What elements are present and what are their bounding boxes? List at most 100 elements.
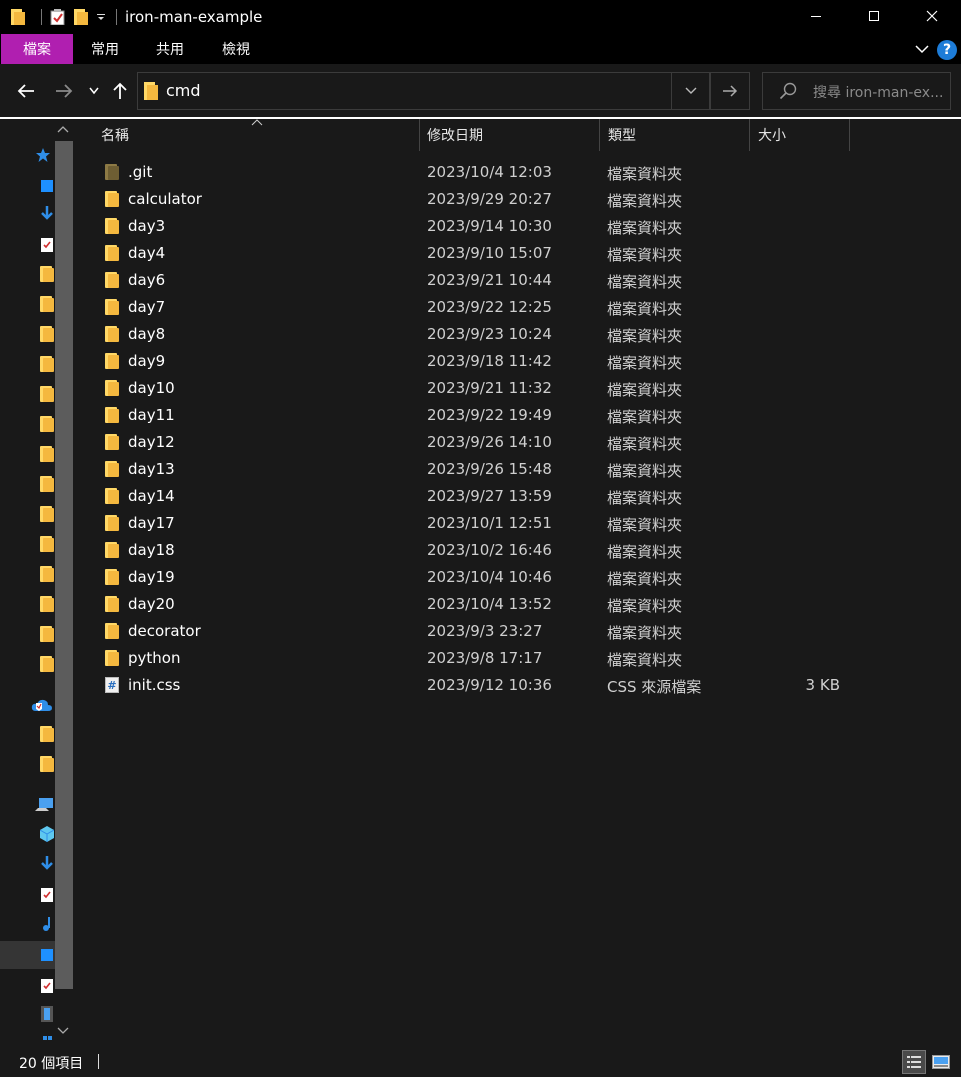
folder-icon — [105, 299, 121, 315]
file-name: day7 — [128, 298, 166, 316]
documents-icon[interactable] — [40, 885, 54, 903]
large-icons-view-button[interactable] — [929, 1050, 953, 1074]
downloads-icon[interactable] — [40, 205, 54, 223]
folder-icon[interactable] — [40, 565, 54, 583]
back-button[interactable] — [14, 78, 38, 104]
file-row[interactable]: day10 2023/9/21 11:32 檔案資料夾 — [77, 375, 961, 402]
desktop-icon[interactable] — [40, 177, 54, 195]
file-row[interactable]: python 2023/9/8 17:17 檔案資料夾 — [77, 645, 961, 672]
file-row[interactable]: day17 2023/10/1 12:51 檔案資料夾 — [77, 510, 961, 537]
file-row[interactable]: day8 2023/9/23 10:24 檔案資料夾 — [77, 321, 961, 348]
address-dropdown-button[interactable] — [671, 73, 709, 109]
downloads-icon[interactable] — [40, 855, 54, 873]
status-bar: 20 個項目 — [0, 1047, 961, 1077]
file-row[interactable]: .git 2023/10/4 12:03 檔案資料夾 — [77, 159, 961, 186]
minimize-button[interactable] — [787, 0, 845, 32]
folder-icon[interactable] — [40, 475, 54, 493]
folder-icon[interactable] — [40, 625, 54, 643]
navigation-pane — [0, 119, 76, 1047]
file-row[interactable]: day6 2023/9/21 10:44 檔案資料夾 — [77, 267, 961, 294]
folder-icon — [105, 326, 121, 342]
music-icon[interactable] — [40, 915, 54, 933]
tab-file[interactable]: 檔案 — [1, 34, 73, 64]
folder-icon[interactable] — [40, 535, 54, 553]
onedrive-icon[interactable] — [31, 696, 53, 714]
customize-toolbar-icon[interactable] — [96, 12, 106, 22]
recent-locations-button[interactable] — [86, 78, 102, 104]
folder-icon[interactable] — [40, 295, 54, 313]
file-type: 檔案資料夾 — [607, 327, 683, 345]
column-divider[interactable] — [599, 119, 600, 151]
file-row[interactable]: day9 2023/9/18 11:42 檔案資料夾 — [77, 348, 961, 375]
desktop-icon[interactable] — [40, 946, 54, 964]
search-input[interactable]: 搜尋 iron-man-ex... — [813, 82, 945, 102]
folder-icon — [105, 245, 121, 261]
file-row[interactable]: day14 2023/9/27 13:59 檔案資料夾 — [77, 483, 961, 510]
scroll-up-icon[interactable] — [57, 123, 69, 136]
folder-icon[interactable] — [40, 725, 54, 743]
videos-icon[interactable] — [40, 1005, 54, 1023]
properties-icon[interactable] — [50, 9, 66, 25]
folder-icon[interactable] — [40, 505, 54, 523]
column-divider[interactable] — [419, 119, 420, 151]
file-row[interactable]: day11 2023/9/22 19:49 檔案資料夾 — [77, 402, 961, 429]
file-row[interactable]: day3 2023/9/14 10:30 檔案資料夾 — [77, 213, 961, 240]
address-bar[interactable]: cmd — [137, 72, 710, 110]
tab-share[interactable]: 共用 — [137, 34, 203, 64]
folder-icon — [105, 191, 121, 207]
address-path[interactable]: cmd — [166, 81, 201, 100]
folder-icon[interactable] — [40, 755, 54, 773]
folder-icon[interactable] — [40, 415, 54, 433]
details-view-button[interactable] — [902, 1050, 926, 1074]
maximize-button[interactable] — [845, 0, 903, 32]
tab-view[interactable]: 檢視 — [203, 34, 269, 64]
folder-icon[interactable] — [40, 355, 54, 373]
toolbar-separator — [41, 9, 42, 25]
file-type: 檔案資料夾 — [607, 489, 683, 507]
file-name: day14 — [128, 487, 175, 505]
quick-access-star-icon[interactable] — [34, 146, 52, 164]
up-button[interactable] — [110, 78, 130, 104]
go-button[interactable] — [710, 72, 750, 110]
folder-icon[interactable] — [40, 595, 54, 613]
close-button[interactable] — [903, 0, 961, 32]
folder-icon[interactable] — [40, 325, 54, 343]
column-header-size[interactable]: 大小 — [758, 119, 848, 151]
help-icon[interactable]: ? — [937, 40, 957, 60]
file-row[interactable]: day18 2023/10/2 16:46 檔案資料夾 — [77, 537, 961, 564]
navigation-scrollbar[interactable] — [55, 141, 73, 989]
folder-icon — [105, 218, 121, 234]
tab-home[interactable]: 常用 — [73, 34, 137, 64]
file-row[interactable]: day12 2023/9/26 14:10 檔案資料夾 — [77, 429, 961, 456]
folder-icon[interactable] — [40, 265, 54, 283]
documents-icon[interactable] — [40, 976, 54, 994]
column-header-name[interactable]: 名稱 — [101, 119, 419, 151]
file-row[interactable]: day20 2023/10/4 13:52 檔案資料夾 — [77, 591, 961, 618]
windows-drive-icon[interactable] — [40, 1033, 54, 1045]
folder-icon[interactable] — [40, 385, 54, 403]
this-pc-icon[interactable] — [34, 796, 54, 814]
file-row[interactable]: calculator 2023/9/29 20:27 檔案資料夾 — [77, 186, 961, 213]
file-row[interactable]: day13 2023/9/26 15:48 檔案資料夾 — [77, 456, 961, 483]
folder-icon[interactable] — [40, 655, 54, 673]
documents-icon[interactable] — [40, 235, 54, 253]
search-box[interactable]: 搜尋 iron-man-ex... — [762, 72, 951, 110]
3d-objects-icon[interactable] — [40, 825, 54, 843]
expand-ribbon-icon[interactable] — [915, 42, 929, 58]
file-row[interactable]: day4 2023/9/10 15:07 檔案資料夾 — [77, 240, 961, 267]
file-row[interactable]: # init.css 2023/9/12 10:36 CSS 來源檔案 3 KB — [77, 672, 961, 699]
folder-icon[interactable] — [40, 445, 54, 463]
new-folder-icon[interactable] — [74, 9, 88, 25]
column-header-type[interactable]: 類型 — [608, 119, 748, 151]
column-header-date[interactable]: 修改日期 — [427, 119, 599, 151]
folder-icon — [105, 515, 121, 531]
forward-button[interactable] — [52, 78, 76, 104]
title-bar: iron-man-example — [0, 0, 961, 34]
file-row[interactable]: day19 2023/10/4 10:46 檔案資料夾 — [77, 564, 961, 591]
file-row[interactable]: decorator 2023/9/3 23:27 檔案資料夾 — [77, 618, 961, 645]
column-divider[interactable] — [849, 119, 850, 151]
file-row[interactable]: day7 2023/9/22 12:25 檔案資料夾 — [77, 294, 961, 321]
column-divider[interactable] — [749, 119, 750, 151]
file-date: 2023/9/3 23:27 — [427, 622, 543, 640]
scroll-down-icon[interactable] — [57, 1025, 69, 1038]
